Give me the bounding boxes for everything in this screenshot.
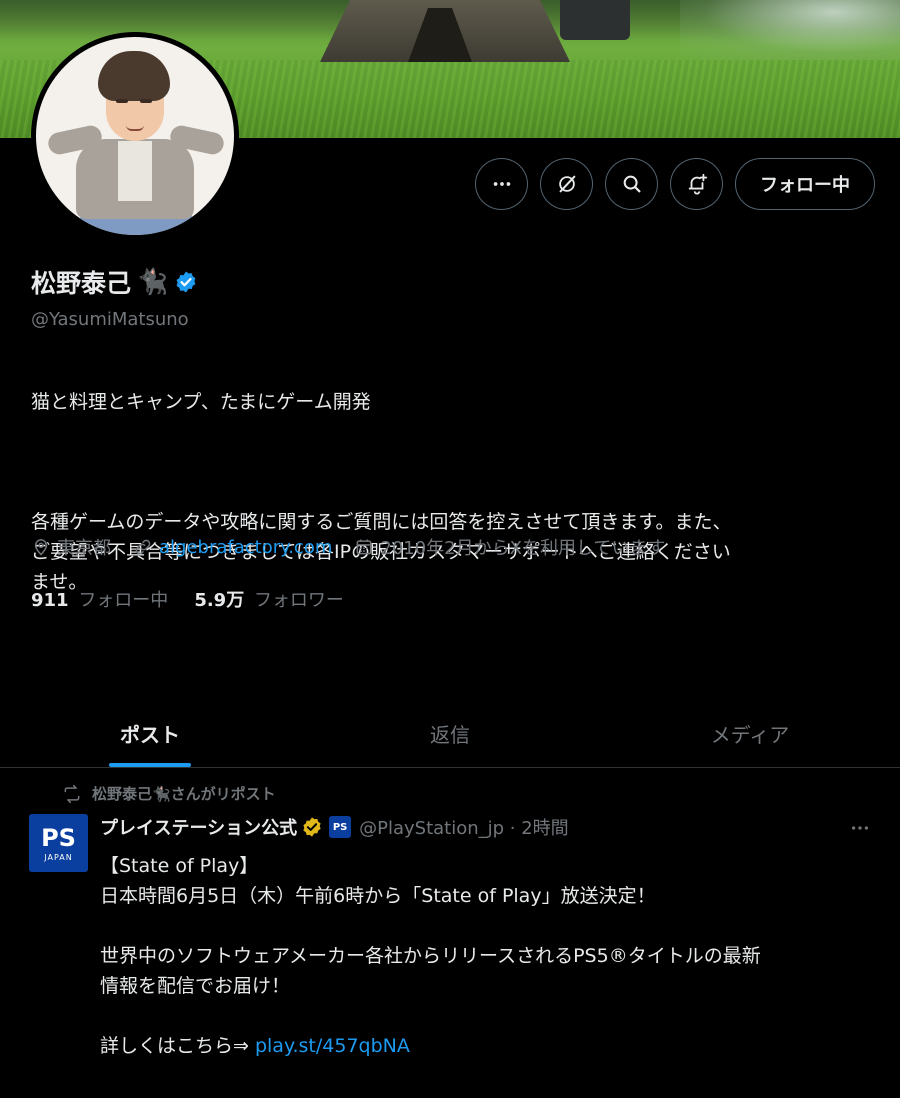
location-item: 東京都 (31, 534, 111, 560)
verified-badge-icon[interactable] (174, 270, 198, 294)
bio-spacer (31, 447, 881, 477)
following-label: フォロー中 (78, 590, 169, 611)
post-more-button[interactable] (847, 816, 873, 840)
profile-tabs: ポスト 返信 メディア (0, 700, 900, 768)
search-button[interactable] (605, 158, 658, 210)
following-count: 911 (31, 590, 69, 611)
location-pin-icon (34, 539, 48, 556)
following-button[interactable]: フォロー中 (735, 158, 875, 210)
avatar-illustration (36, 37, 234, 235)
post-line-3: 世界中のソフトウェアメーカー各社からリリースされるPS5®タイトルの最新 (100, 945, 761, 967)
following-count-link[interactable]: 911 フォロー中 (31, 586, 168, 612)
followers-count: 5.9万 (194, 590, 245, 611)
gold-verified-badge-icon[interactable] (301, 816, 323, 838)
post-line-2: 日本時間6月5日（木）午前6時から「State of Play」放送決定！ (100, 885, 656, 907)
profile-actions: フォロー中 (475, 158, 875, 210)
notification-bell-icon (688, 173, 707, 195)
search-icon (623, 175, 640, 193)
calendar-icon (356, 539, 372, 555)
post-spacer-2 (100, 1001, 890, 1031)
tab-media[interactable]: メディア (600, 700, 900, 767)
post-author-name[interactable]: プレイステーション公式 (100, 814, 297, 840)
profile-handle: @YasumiMatsuno (31, 309, 189, 330)
post-link[interactable]: play.st/457qbNA (255, 1035, 410, 1057)
banner-mist (680, 0, 900, 60)
banner-car (560, 0, 630, 40)
avatar-eye-left (116, 99, 128, 103)
avatar-hair (98, 51, 170, 101)
bio-line-1: 猫と料理とキャンプ、たまにゲーム開発 (31, 391, 371, 413)
playstation-logo-icon: PS (41, 823, 76, 852)
profile-meta: 東京都 algebrafactory.com 2010年2月からXを利用していま… (31, 534, 687, 560)
post-line-5-prefix: 詳しくはこちら⇒ (100, 1035, 255, 1057)
more-button[interactable] (475, 158, 528, 210)
more-icon (493, 182, 510, 186)
profile-name: 松野泰己 (31, 269, 132, 298)
repost-indicator[interactable]: 松野泰己🐈‍⬛さんがリポスト (62, 783, 276, 804)
followers-label: フォロワー (253, 590, 344, 611)
post-handle-time[interactable]: @PlayStation_jp · 2時間 (359, 814, 569, 840)
notification-button[interactable] (670, 158, 723, 210)
location-text: 東京都 (57, 538, 111, 559)
grok-icon (558, 175, 575, 193)
post-body: 【State of Play】 日本時間6月5日（木）午前6時から「State … (100, 851, 890, 1061)
post-spacer-1 (100, 911, 890, 941)
tab-posts[interactable]: ポスト (0, 700, 300, 767)
profile-avatar[interactable] (31, 32, 239, 240)
profile-counts: 911 フォロー中 5.9万 フォロワー (31, 586, 370, 612)
avatar-shirt (118, 141, 152, 201)
avatar-eye-right (140, 99, 152, 103)
joined-text: 2010年2月からXを利用しています (380, 538, 666, 559)
post-header: プレイステーション公式 PS @PlayStation_jp · 2時間 (100, 814, 569, 840)
avatar-sub-text: JAPAN (44, 852, 73, 862)
cat-emoji: 🐈‍⬛ (137, 267, 169, 296)
followers-count-link[interactable]: 5.9万 フォロワー (194, 586, 344, 612)
post-author-avatar[interactable]: PS JAPAN (29, 814, 88, 872)
post-line-1: 【State of Play】 (100, 855, 259, 877)
affiliate-badge-icon[interactable]: PS (329, 816, 352, 838)
joined-item: 2010年2月からXを利用しています (354, 534, 665, 560)
website-item: algebrafactory.com (133, 537, 332, 558)
more-icon (851, 826, 869, 830)
link-icon (135, 539, 151, 555)
post-line-4: 情報を配信でお届け！ (100, 975, 291, 997)
post-line-5: 詳しくはこちら⇒ play.st/457qbNA (100, 1031, 890, 1061)
website-link[interactable]: algebrafactory.com (159, 537, 332, 558)
grok-button[interactable] (540, 158, 593, 210)
tab-replies[interactable]: 返信 (300, 700, 600, 767)
profile-name-row: 松野泰己 🐈‍⬛ (31, 264, 198, 300)
repost-icon (64, 784, 80, 803)
repost-text: 松野泰己🐈‍⬛さんがリポスト (92, 785, 276, 803)
